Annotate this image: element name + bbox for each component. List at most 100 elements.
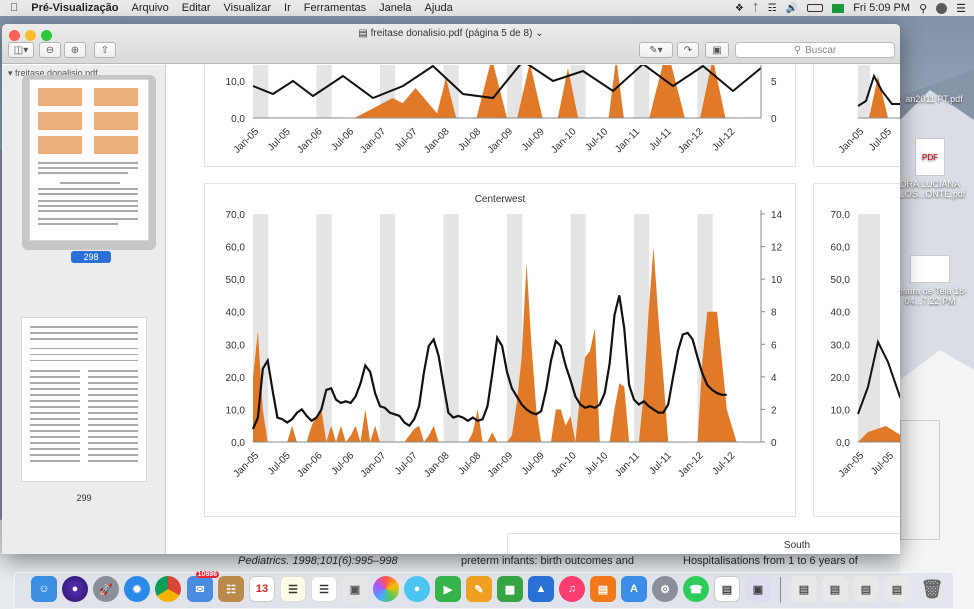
zoom-in-icon: ⊕ [70, 44, 80, 56]
page-number-299[interactable]: 299 [64, 493, 104, 503]
launchpad-icon[interactable]: 🚀 [93, 576, 119, 602]
menu-editar[interactable]: Editar [182, 2, 211, 14]
y-left-tick-label: 70,0 [226, 210, 246, 221]
shaded-band [443, 214, 459, 442]
screenshot-icon[interactable]: ▣ [745, 576, 771, 602]
desktop-file-an2011[interactable]: an2011 PT.pdf [895, 94, 973, 104]
document-view[interactable]: 10,0 0,0 5 0 Jan-05 Jul-05 Jan-06 Jul-06 Jan-07 J… [167, 65, 900, 554]
documents-stack-icon[interactable]: ▤ [822, 576, 848, 602]
menu-ajuda[interactable]: Ajuda [425, 2, 453, 14]
y-right-tick-label: 6 [771, 340, 777, 351]
shaded-band [316, 214, 332, 442]
battery-icon[interactable] [807, 4, 824, 12]
clock[interactable]: Fri 5:09 PM [853, 2, 910, 14]
x-tick-label: Jul-05 [266, 126, 293, 153]
pdf-document-icon: ▤ [358, 28, 368, 39]
finder-icon[interactable]: ☺ [31, 576, 57, 602]
x-tick-label: Jan-06 [295, 126, 325, 156]
notes-icon[interactable]: ☰ [280, 576, 306, 602]
x-tick-label: Jul-07 [393, 126, 420, 153]
system-preferences-icon[interactable]: ⚙ [652, 576, 678, 602]
y-left-tick-label: 0,0 [836, 438, 850, 449]
document-icon[interactable]: ▤ [714, 576, 740, 602]
markup-toolbar-button[interactable]: ▣ [705, 42, 729, 58]
apple-menu-icon[interactable]:  [10, 2, 18, 14]
rotate-button[interactable]: ↷ [677, 42, 699, 58]
chrome-icon[interactable] [155, 576, 181, 602]
folder-stack-icon[interactable]: ▤ [884, 576, 910, 602]
chevron-down-icon[interactable]: ⌄ [535, 28, 543, 39]
page-thumbnail-298[interactable] [29, 79, 149, 241]
y-left-tick-label: 20,0 [831, 373, 851, 384]
bluetooth-icon[interactable]: ᛏ [753, 3, 759, 14]
trash-icon[interactable]: 🗑 [919, 576, 945, 602]
sidebar-toggle-button[interactable]: ◫▾ [8, 42, 34, 58]
recent-stack-icon[interactable]: ▤ [853, 576, 879, 602]
y-right-tick-label: 10 [771, 275, 783, 286]
facetime-icon[interactable]: ▶ [435, 576, 461, 602]
chart-panel-centerwest: Centerwest 0,0 10,0 20,0 30,0 40,0 50,0 60,0 70… [204, 183, 796, 517]
zoom-out-button[interactable]: ⊖ [39, 42, 61, 58]
downloads-stack-icon[interactable]: ▤ [791, 576, 817, 602]
y-left-tick-label: 70,0 [831, 210, 851, 221]
page-thumbnail-299[interactable] [21, 317, 147, 482]
app-menu[interactable]: Pré-Visualização [31, 2, 118, 14]
app-store-icon[interactable]: A [621, 576, 647, 602]
mail-icon[interactable]: ✉ 10886 [187, 571, 219, 602]
x-tick-label: Jan-05 [232, 126, 262, 156]
share-button[interactable]: ⇧ [94, 42, 116, 58]
toolbox-icon: ▣ [712, 44, 722, 56]
reminders-icon[interactable]: ☰ [311, 576, 337, 602]
keynote-icon[interactable]: ▲ [528, 576, 554, 602]
x-tick-label: Jul-05 [266, 450, 293, 477]
image-file-icon [910, 255, 950, 283]
x-tick-label: Jul-08 [456, 126, 483, 153]
desktop-file-dra-luciana[interactable]: PDF DRA LUCIANA LLOS...ONTE.pdf [891, 138, 969, 199]
menu-arquivo[interactable]: Arquivo [131, 2, 168, 14]
user-avatar-icon[interactable] [936, 2, 948, 14]
calendar-icon[interactable]: 13 [249, 576, 275, 602]
spotlight-icon[interactable]: ⚲ [919, 2, 927, 15]
photos-icon[interactable] [373, 576, 399, 602]
search-field[interactable]: ⚲ Buscar [735, 42, 895, 58]
markup-button[interactable]: ✎▾ [639, 42, 673, 58]
ibooks-icon[interactable]: ▤ [590, 576, 616, 602]
pages-icon[interactable]: ✎ [466, 576, 492, 602]
dropbox-icon[interactable]: ❖ [735, 3, 744, 14]
notification-center-icon[interactable]: ☰ [956, 2, 966, 15]
whatsapp-icon[interactable]: ☎ [683, 576, 709, 602]
y-left-tick-label: 10,0 [226, 405, 246, 416]
shaded-band [634, 65, 650, 118]
preview-icon[interactable]: ▣ [342, 576, 368, 602]
page-number-298[interactable]: 298 [71, 251, 111, 263]
thumbnail-sidebar: ▾ freitase donalisio.pdf 298 299 [2, 65, 166, 554]
x-tick-label: Jul-12 [710, 126, 737, 153]
language-flag-icon[interactable] [832, 3, 845, 13]
messages-icon[interactable]: ● [404, 576, 430, 602]
background-text-right: Hospitalisations from 1 to 6 years of [683, 555, 858, 567]
page-thumbnail-content [38, 88, 138, 225]
y-left-tick-label: 20,0 [226, 373, 246, 384]
safari-icon[interactable]: ✹ [124, 576, 150, 602]
window-title-text: freitase donalisio.pdf (página 5 de 8) [370, 28, 533, 39]
x-tick-label: Jan-05 [232, 450, 262, 480]
menu-ir[interactable]: Ir [284, 2, 291, 14]
y-left-tick-label: 10,0 [831, 405, 851, 416]
menu-ferramentas[interactable]: Ferramentas [304, 2, 366, 14]
contacts-icon[interactable]: ☷ [218, 576, 244, 602]
siri-icon[interactable]: ● [62, 576, 88, 602]
y-right-tick-label: 4 [771, 373, 777, 384]
title-bar: ▤ freitase donalisio.pdf (página 5 de 8)… [2, 24, 900, 64]
menu-janela[interactable]: Janela [379, 2, 411, 14]
wifi-icon[interactable]: ☶ [768, 3, 777, 14]
sidebar-icon: ◫▾ [13, 44, 29, 56]
chart-title: Centerwest [474, 194, 526, 205]
x-tick-label: Jan-07 [359, 126, 389, 156]
numbers-icon[interactable]: ▩ [497, 576, 523, 602]
zoom-in-button[interactable]: ⊕ [64, 42, 86, 58]
volume-icon[interactable]: 🔊 [786, 3, 798, 14]
desktop-file-screenshot[interactable]: apsura de Tela 18-04...7.22 PM [891, 255, 969, 306]
menu-visualizar[interactable]: Visualizar [224, 2, 272, 14]
disclosure-triangle-icon[interactable]: ▾ [8, 68, 13, 78]
itunes-icon[interactable]: ♫ [559, 576, 585, 602]
